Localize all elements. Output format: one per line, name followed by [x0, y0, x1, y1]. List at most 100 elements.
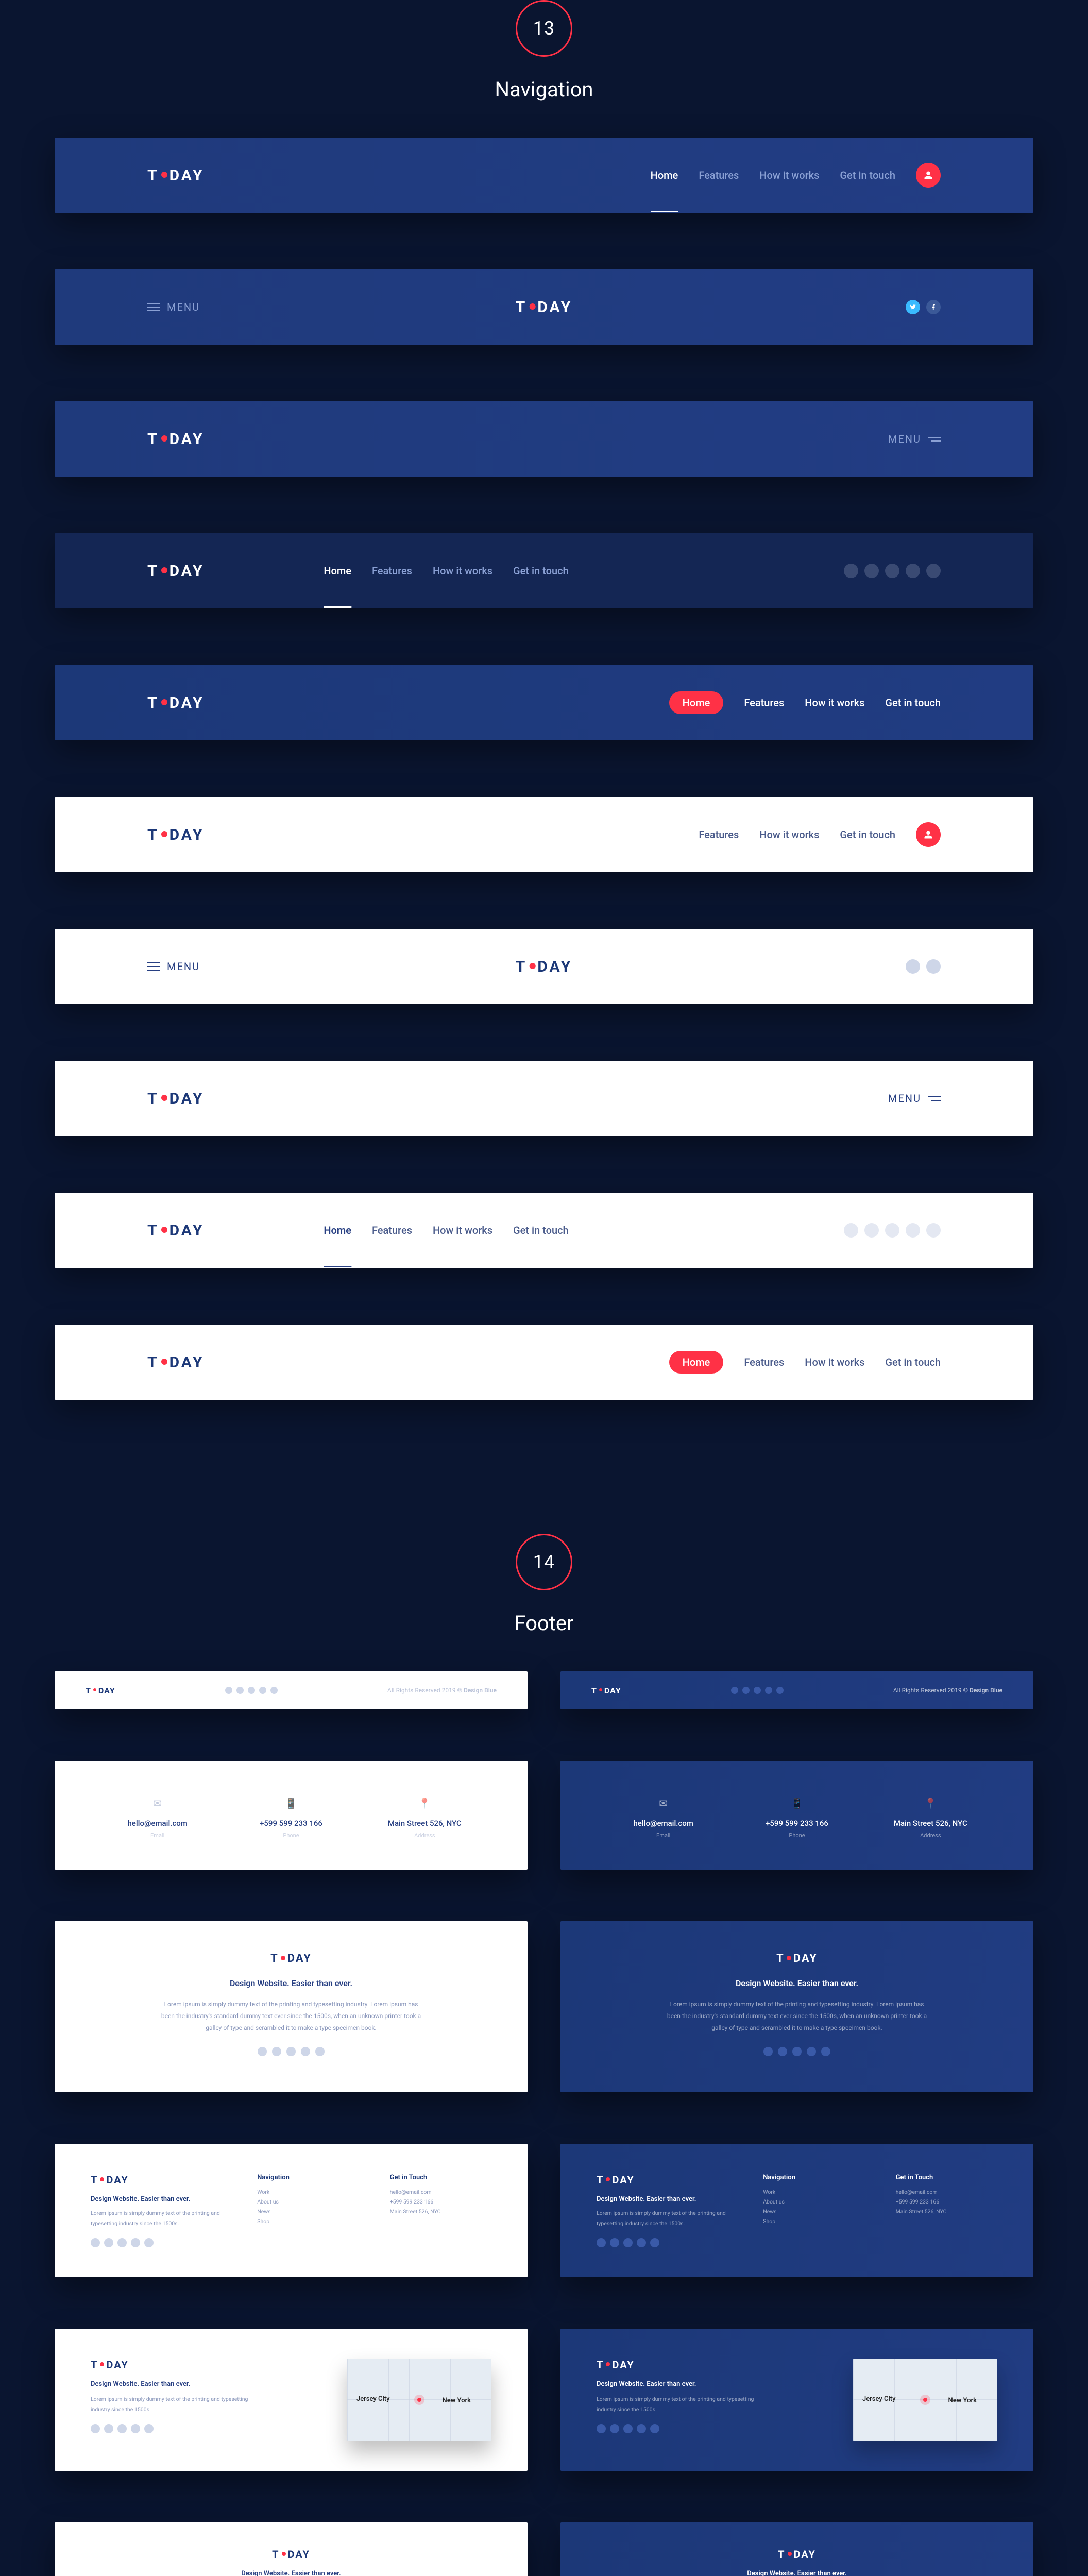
nav-how[interactable]: How it works: [759, 828, 819, 841]
social-icon[interactable]: [91, 2238, 100, 2247]
menu-button[interactable]: MENU: [147, 301, 200, 313]
social-icon[interactable]: [301, 2047, 310, 2056]
nav-home[interactable]: Home: [651, 169, 678, 181]
social-icon[interactable]: [248, 1687, 255, 1694]
logo[interactable]: TDAY: [86, 1686, 115, 1696]
footer-link[interactable]: hello@email.com: [896, 2189, 997, 2195]
social-icon[interactable]: [637, 2238, 646, 2247]
nav-home-pill[interactable]: Home: [669, 1351, 724, 1374]
twitter-icon[interactable]: [906, 1223, 920, 1238]
social-icon[interactable]: [259, 1687, 266, 1694]
social-icon[interactable]: [610, 2424, 619, 2433]
logo[interactable]: TDAY: [270, 1952, 312, 1965]
social-icon[interactable]: [623, 2238, 633, 2247]
nav-features[interactable]: Features: [699, 169, 739, 181]
social-icon[interactable]: [763, 2047, 773, 2056]
logo[interactable]: TDAY: [776, 1952, 818, 1965]
social-icon[interactable]: [131, 2238, 140, 2247]
social-icon[interactable]: [623, 2424, 633, 2433]
social-icon[interactable]: [286, 2047, 296, 2056]
contact-email-value[interactable]: hello@email.com: [91, 1819, 224, 1828]
social-icon[interactable]: [742, 1687, 750, 1694]
social-icon[interactable]: [776, 1687, 784, 1694]
nav-features[interactable]: Features: [744, 1356, 784, 1368]
map[interactable]: Jersey City New York: [347, 2359, 491, 2441]
social-icon[interactable]: [821, 2047, 830, 2056]
logo[interactable]: TDAY: [147, 1090, 205, 1108]
social-icon[interactable]: [225, 1687, 232, 1694]
nav-how[interactable]: How it works: [433, 1224, 492, 1236]
instagram-icon[interactable]: [885, 564, 899, 578]
user-avatar-button[interactable]: [916, 822, 941, 847]
menu-button[interactable]: MENU: [888, 433, 941, 445]
contact-addr-value[interactable]: Main Street 526, NYC: [358, 1819, 491, 1828]
social-icon[interactable]: [144, 2238, 154, 2247]
footer-link[interactable]: News: [763, 2208, 864, 2215]
nav-touch[interactable]: Get in touch: [885, 697, 941, 709]
social-icon[interactable]: [117, 2424, 127, 2433]
nav-how[interactable]: How it works: [433, 565, 492, 577]
menu-button[interactable]: MENU: [147, 960, 200, 973]
social-icon[interactable]: [270, 1687, 278, 1694]
social-icon[interactable]: [792, 2047, 802, 2056]
nav-touch[interactable]: Get in touch: [885, 1356, 941, 1368]
social-icon[interactable]: [597, 2238, 606, 2247]
social-icon[interactable]: [754, 1687, 761, 1694]
social-icon[interactable]: [131, 2424, 140, 2433]
menu-button[interactable]: MENU: [888, 1092, 941, 1105]
logo[interactable]: TDAY: [516, 958, 573, 976]
nav-features[interactable]: Features: [372, 1224, 412, 1236]
logo[interactable]: TDAY: [597, 2359, 635, 2371]
contact-email-value[interactable]: hello@email.com: [597, 1819, 730, 1828]
nav-features[interactable]: Features: [699, 828, 739, 841]
social-icon[interactable]: [597, 2424, 606, 2433]
footer-link[interactable]: News: [257, 2208, 359, 2215]
nav-touch[interactable]: Get in touch: [513, 1224, 569, 1236]
pinterest-icon[interactable]: [864, 564, 879, 578]
pinterest-icon[interactable]: [864, 1223, 879, 1238]
nav-features[interactable]: Features: [372, 565, 412, 577]
twitter-icon[interactable]: [906, 564, 920, 578]
logo[interactable]: TDAY: [91, 2174, 129, 2186]
social-icon[interactable]: [144, 2424, 154, 2433]
user-avatar-button[interactable]: [916, 163, 941, 188]
footer-link[interactable]: +599 599 233 166: [896, 2198, 997, 2205]
footer-link[interactable]: hello@email.com: [390, 2189, 491, 2195]
facebook-icon[interactable]: [926, 564, 941, 578]
logo[interactable]: TDAY: [272, 2548, 310, 2561]
footer-link[interactable]: Work: [257, 2189, 359, 2195]
social-icon[interactable]: [104, 2424, 113, 2433]
social-icon[interactable]: [258, 2047, 267, 2056]
social-icon[interactable]: [637, 2424, 646, 2433]
logo[interactable]: TDAY: [147, 430, 205, 448]
nav-home[interactable]: Home: [324, 1224, 351, 1236]
facebook-icon[interactable]: [926, 300, 941, 314]
social-icon[interactable]: [272, 2047, 281, 2056]
nav-how[interactable]: How it works: [759, 169, 819, 181]
nav-how[interactable]: How it works: [805, 697, 864, 709]
social-icon[interactable]: [236, 1687, 244, 1694]
facebook-icon[interactable]: [926, 1223, 941, 1238]
logo[interactable]: TDAY: [597, 2174, 635, 2186]
footer-link[interactable]: Main Street 526, NYC: [896, 2208, 997, 2215]
social-icon[interactable]: [765, 1687, 772, 1694]
nav-touch[interactable]: Get in touch: [513, 565, 569, 577]
footer-link[interactable]: About us: [763, 2198, 864, 2205]
contact-phone-value[interactable]: +599 599 233 166: [224, 1819, 358, 1828]
social-icon[interactable]: [731, 1687, 738, 1694]
nav-home[interactable]: Home: [324, 565, 351, 577]
logo[interactable]: TDAY: [147, 1222, 205, 1240]
contact-phone-value[interactable]: +599 599 233 166: [730, 1819, 863, 1828]
facebook-icon[interactable]: [926, 959, 941, 974]
logo[interactable]: TDAY: [516, 298, 573, 316]
logo[interactable]: TDAY: [147, 1353, 205, 1371]
logo[interactable]: TDAY: [91, 2359, 129, 2371]
social-icon[interactable]: [315, 2047, 325, 2056]
social-icon[interactable]: [117, 2238, 127, 2247]
footer-link[interactable]: About us: [257, 2198, 359, 2205]
logo[interactable]: TDAY: [147, 694, 205, 712]
nav-how[interactable]: How it works: [805, 1356, 864, 1368]
twitter-icon[interactable]: [906, 300, 920, 314]
behance-icon[interactable]: [844, 1223, 858, 1238]
social-icon[interactable]: [778, 2047, 787, 2056]
